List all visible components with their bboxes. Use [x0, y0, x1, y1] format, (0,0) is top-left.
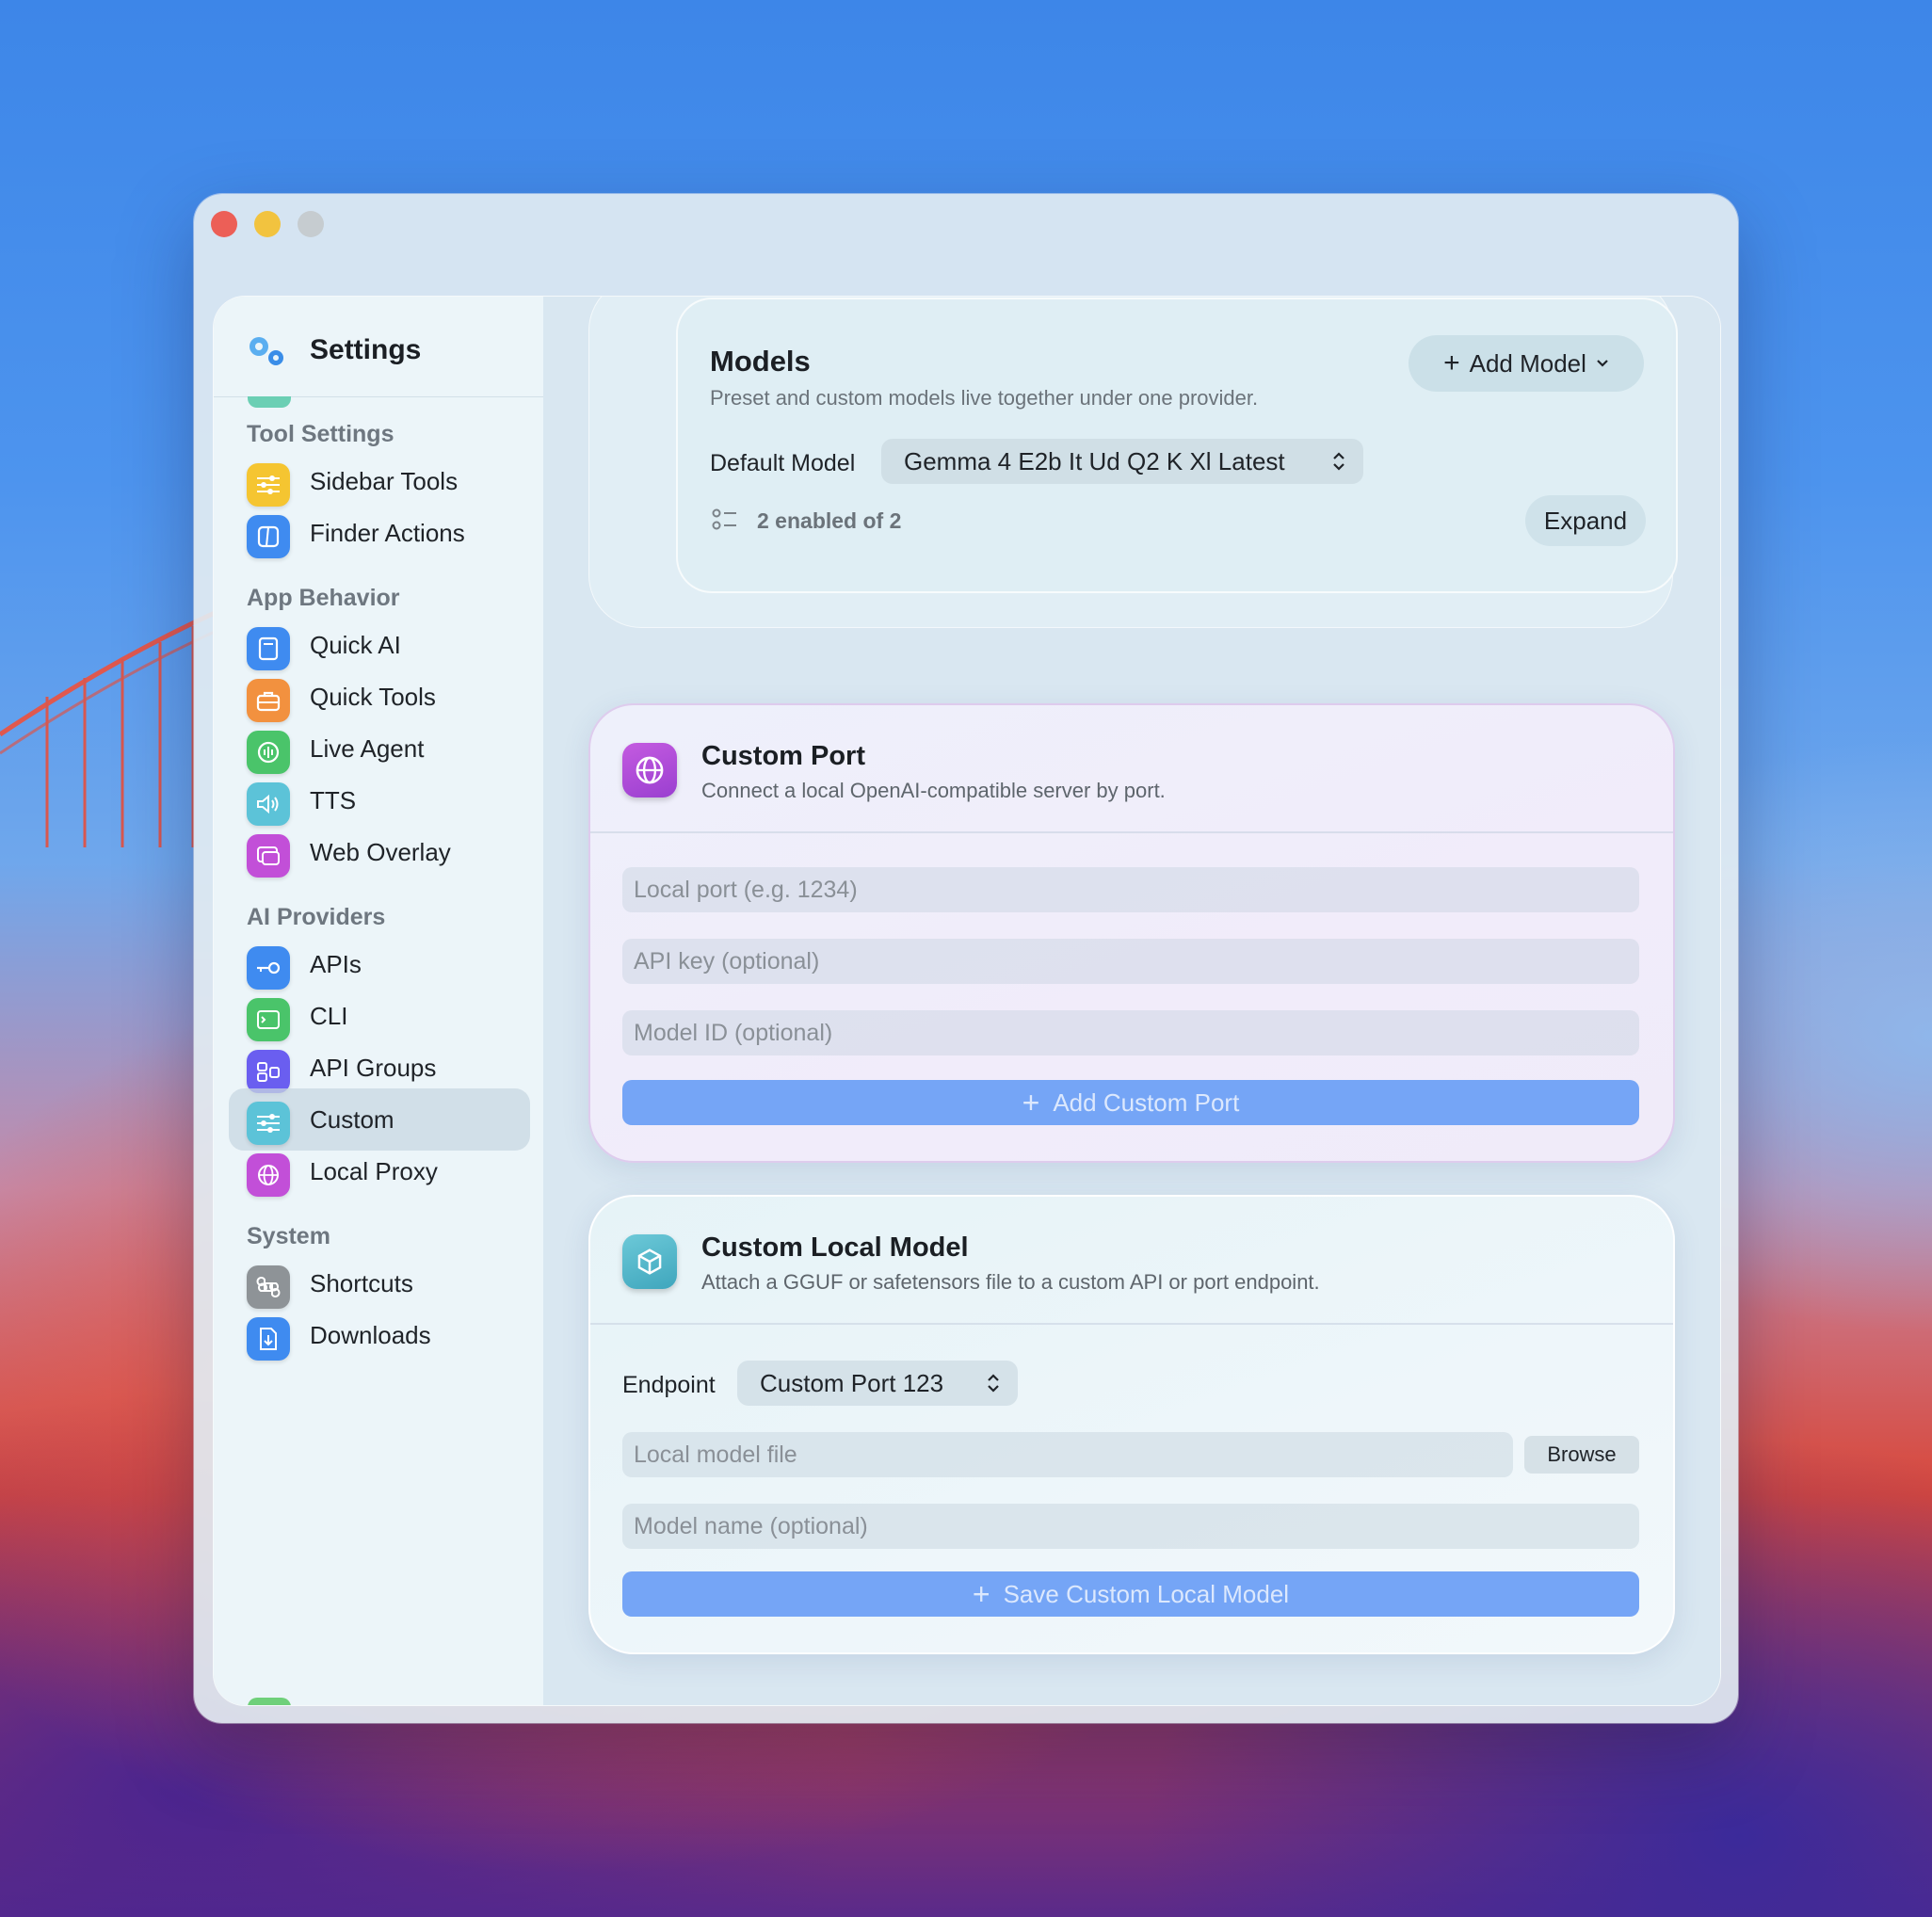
speaker-icon — [247, 782, 290, 826]
sidebar-item-label: Quick AI — [310, 631, 401, 659]
scrolled-item-icon — [248, 396, 291, 408]
divider — [590, 831, 1673, 833]
enabled-count: 2 enabled of 2 — [757, 508, 902, 533]
browse-button[interactable]: Browse — [1524, 1436, 1639, 1474]
sidebar-item-label: Web Overlay — [310, 838, 451, 866]
sidebar-title: Settings — [310, 334, 422, 365]
api-key-input[interactable]: API key (optional) — [622, 939, 1639, 984]
endpoint-value: Custom Port 123 — [760, 1368, 944, 1397]
chevron-down-icon — [1597, 360, 1608, 367]
local-port-input[interactable]: Local port (e.g. 1234) — [622, 867, 1639, 912]
command-icon — [247, 1265, 290, 1309]
sidebar-item-label: Live Agent — [310, 734, 425, 763]
sidebar-item-local-proxy[interactable]: Local Proxy — [229, 1140, 530, 1202]
finder-icon — [247, 515, 290, 558]
toolbox-icon — [247, 679, 290, 722]
close-button[interactable] — [211, 211, 237, 237]
expand-label: Expand — [1543, 506, 1628, 535]
section-tool-settings: Tool Settings — [247, 421, 394, 447]
default-model-label: Default Model — [710, 450, 856, 476]
sidebar-header: Settings — [214, 297, 543, 397]
checklist-icon — [712, 508, 736, 530]
sidebar-item-label: API Groups — [310, 1054, 437, 1082]
sidebar-item-label: Finder Actions — [310, 519, 465, 547]
scrolled-item-icon — [248, 1698, 291, 1705]
custom-local-model-title: Custom Local Model — [701, 1232, 969, 1263]
sidebar-item-label: APIs — [310, 950, 362, 978]
overlay-icon — [247, 834, 290, 878]
sidebar-item-label: Local Proxy — [310, 1157, 438, 1185]
waveform-icon — [247, 731, 290, 774]
minimize-button[interactable] — [254, 211, 281, 237]
globe-icon — [622, 743, 677, 797]
add-model-label: Add Model — [1469, 348, 1586, 378]
custom-port-card: Custom Port Connect a local OpenAI-compa… — [588, 703, 1675, 1163]
window-content: Settings Tool Settings Sidebar Tools Fin… — [213, 296, 1721, 1706]
updown-chevron-icon — [988, 1374, 999, 1393]
sidebar-item-label: Downloads — [310, 1321, 431, 1349]
download-icon — [247, 1317, 290, 1361]
custom-port-subtitle: Connect a local OpenAI-compatible server… — [701, 779, 1166, 802]
endpoint-label: Endpoint — [622, 1372, 716, 1398]
section-app-behavior: App Behavior — [247, 585, 400, 611]
cube-icon — [622, 1234, 677, 1289]
section-ai-providers: AI Providers — [247, 904, 386, 930]
updown-chevron-icon — [1333, 452, 1344, 471]
default-model-select[interactable]: Gemma 4 E2b It Ud Q2 K Xl Latest — [881, 439, 1363, 484]
sidebar-item-label: CLI — [310, 1002, 348, 1030]
local-model-file-input[interactable]: Local model file — [622, 1432, 1513, 1477]
main-content: Models Preset and custom models live tog… — [543, 297, 1720, 1705]
models-title: Models — [710, 345, 811, 378]
section-system: System — [247, 1223, 330, 1249]
sidebar-item-label: Quick Tools — [310, 683, 436, 711]
save-custom-local-model-label: Save Custom Local Model — [1003, 1579, 1290, 1608]
terminal-icon — [247, 998, 290, 1041]
sliders-icon — [247, 463, 290, 507]
models-subtitle: Preset and custom models live together u… — [710, 386, 1259, 410]
zoom-button[interactable] — [298, 211, 324, 237]
sliders-icon — [247, 1102, 290, 1145]
plus-icon: + — [972, 1577, 990, 1611]
custom-local-model-card: Custom Local Model Attach a GGUF or safe… — [588, 1195, 1675, 1654]
add-custom-port-label: Add Custom Port — [1053, 1087, 1240, 1117]
sidebar-item-label: Custom — [310, 1105, 394, 1134]
key-icon — [247, 946, 290, 990]
divider — [590, 1323, 1673, 1325]
custom-port-title: Custom Port — [701, 741, 865, 771]
add-custom-port-button[interactable]: + Add Custom Port — [622, 1080, 1639, 1125]
window-icon — [247, 627, 290, 670]
globe-icon — [247, 1153, 290, 1197]
sidebar-item-label: Shortcuts — [310, 1269, 413, 1297]
sidebar-item-finder-actions[interactable]: Finder Actions — [229, 502, 530, 564]
add-model-button[interactable]: + Add Model — [1409, 335, 1644, 392]
sidebar: Settings Tool Settings Sidebar Tools Fin… — [214, 297, 543, 1705]
save-custom-local-model-button[interactable]: + Save Custom Local Model — [622, 1571, 1639, 1617]
plus-icon: + — [1022, 1086, 1040, 1120]
sidebar-item-downloads[interactable]: Downloads — [229, 1304, 530, 1366]
gear-icon — [250, 337, 283, 365]
model-name-input[interactable]: Model name (optional) — [622, 1504, 1639, 1549]
sidebar-item-label: Sidebar Tools — [310, 467, 459, 495]
plus-icon: + — [1443, 347, 1460, 379]
settings-window: Settings Tool Settings Sidebar Tools Fin… — [194, 194, 1738, 1723]
model-id-input[interactable]: Model ID (optional) — [622, 1010, 1639, 1055]
bridge-illustration — [0, 609, 217, 847]
expand-button[interactable]: Expand — [1525, 495, 1646, 546]
provider-card: Models Preset and custom models live tog… — [588, 297, 1678, 628]
sidebar-item-web-overlay[interactable]: Web Overlay — [229, 821, 530, 883]
groups-icon — [247, 1050, 290, 1093]
custom-local-model-subtitle: Attach a GGUF or safetensors file to a c… — [701, 1270, 1320, 1294]
default-model-value: Gemma 4 E2b It Ud Q2 K Xl Latest — [904, 446, 1285, 475]
sidebar-item-label: TTS — [310, 786, 357, 814]
models-card: Models Preset and custom models live tog… — [676, 298, 1678, 593]
endpoint-select[interactable]: Custom Port 123 — [737, 1361, 1018, 1406]
